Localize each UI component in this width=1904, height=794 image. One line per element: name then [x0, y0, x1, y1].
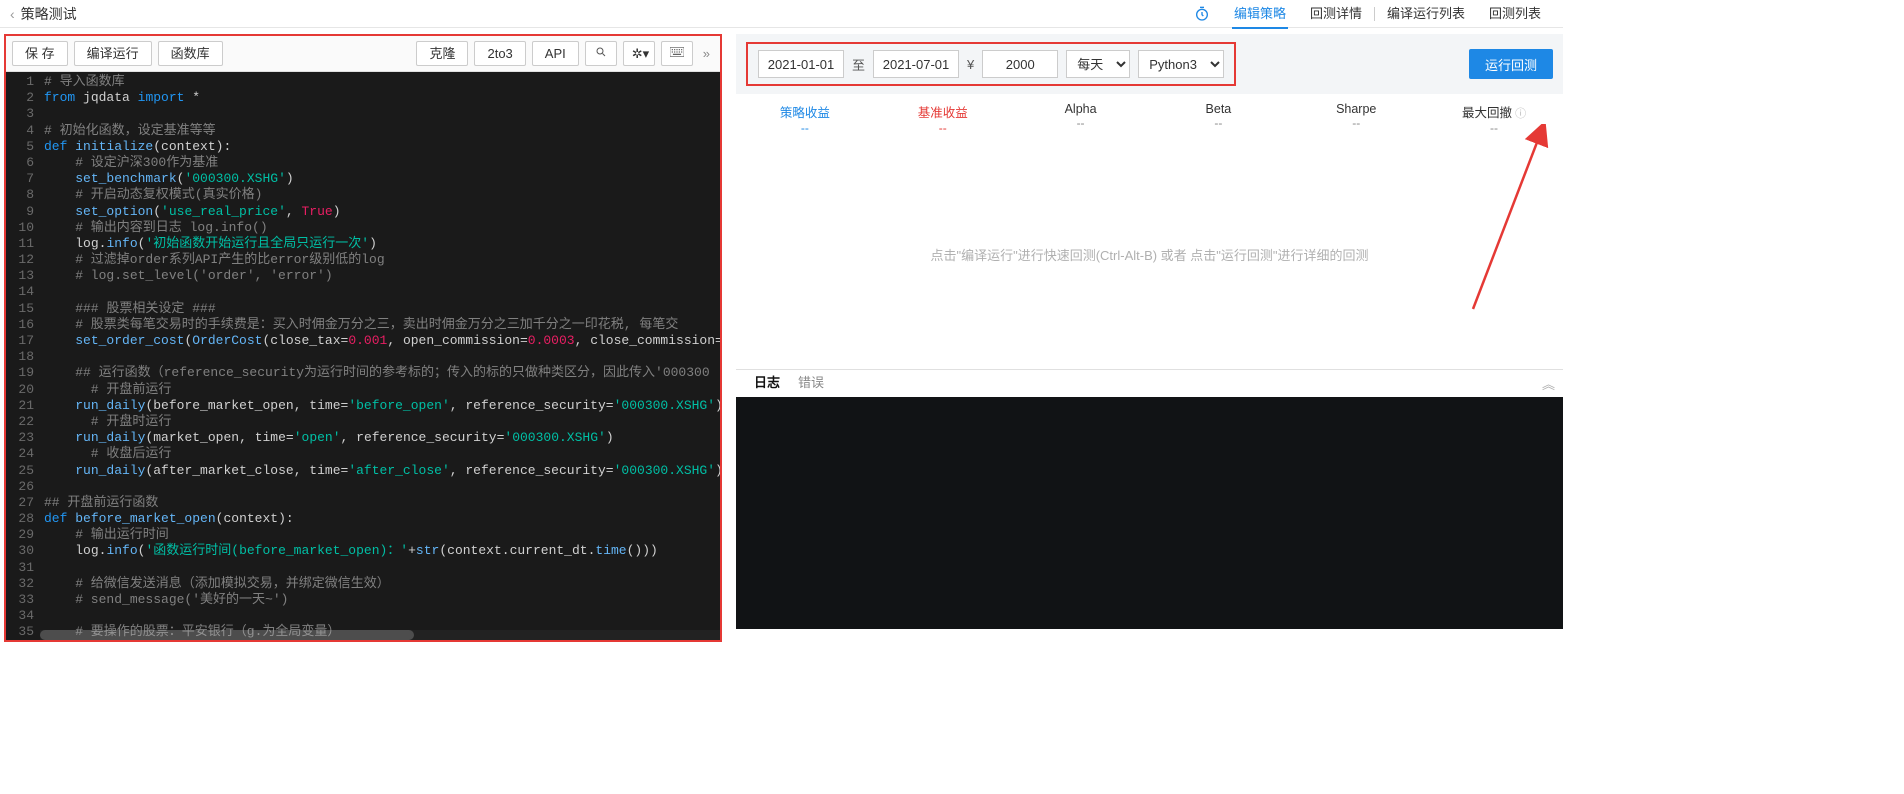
log-tabs-row: 日志错误 ︽: [736, 369, 1563, 397]
hint-area: 点击"编译运行"进行快速回测(Ctrl-Alt-B) 或者 点击"运行回测"进行…: [736, 139, 1563, 369]
currency-symbol: ¥: [967, 57, 974, 72]
metric-value: --: [736, 121, 874, 135]
gear-icon: ✲▾: [632, 46, 646, 62]
hint-text: 点击"编译运行"进行快速回测(Ctrl-Alt-B) 或者 点击"运行回测"进行…: [930, 245, 1368, 264]
log-tab-0[interactable]: 日志: [754, 369, 780, 399]
metric-1: 基准收益--: [874, 102, 1012, 135]
metric-4: Sharpe--: [1287, 102, 1425, 135]
expand-log-icon[interactable]: ︽: [1542, 374, 1555, 393]
header-tab-3[interactable]: 回测列表: [1477, 0, 1553, 28]
line-gutter: 1234567891011121314151617181920212223242…: [6, 72, 40, 640]
py2to3-button[interactable]: 2to3: [474, 41, 525, 67]
fn-lib-button[interactable]: 函数库: [158, 41, 223, 67]
compile-run-button[interactable]: 编译运行: [74, 41, 152, 67]
header-tab-1[interactable]: 回测详情: [1298, 0, 1374, 28]
keyboard-button[interactable]: [661, 41, 693, 67]
date-from-input[interactable]: [758, 50, 844, 78]
header-tabs: 编辑策略回测详情编译运行列表回测列表: [1194, 0, 1553, 28]
frequency-select[interactable]: 每天: [1066, 50, 1130, 78]
log-body[interactable]: [736, 397, 1563, 629]
run-backtest-button[interactable]: 运行回测: [1469, 49, 1553, 79]
page-header: ‹ 策略测试 编辑策略回测详情编译运行列表回测列表: [0, 0, 1563, 28]
toolbar-more-icon[interactable]: »: [699, 46, 714, 61]
to-label: 至: [852, 55, 865, 74]
clone-button[interactable]: 克隆: [416, 41, 468, 67]
metric-value: --: [1425, 121, 1563, 135]
editor-pane: 保 存 编译运行 函数库 克隆 2to3 API ✲▾ » 1234567891…: [4, 34, 722, 642]
editor-horizontal-scrollbar[interactable]: [40, 630, 720, 640]
page-title: 策略测试: [21, 4, 77, 24]
metric-value: --: [1149, 116, 1287, 130]
settings-button[interactable]: ✲▾: [623, 41, 655, 67]
scroll-thumb[interactable]: [40, 630, 414, 640]
metric-label: Alpha: [1012, 102, 1150, 116]
log-tabs: 日志错误: [744, 369, 824, 399]
metric-value: --: [1012, 116, 1150, 130]
header-tab-0[interactable]: 编辑策略: [1222, 0, 1298, 28]
metrics-row: 策略收益--基准收益--Alpha--Beta--Sharpe--最大回撤 ⓘ-…: [736, 94, 1563, 139]
metric-label: 基准收益: [874, 102, 1012, 121]
api-button[interactable]: API: [532, 41, 579, 67]
back-chevron-icon[interactable]: ‹: [10, 6, 15, 22]
metric-label: Sharpe: [1287, 102, 1425, 116]
backtest-params: 至 ¥ 每天 Python3: [746, 42, 1236, 86]
language-select[interactable]: Python3: [1138, 50, 1224, 78]
header-tab-2[interactable]: 编译运行列表: [1375, 0, 1477, 28]
amount-input[interactable]: [982, 50, 1058, 78]
metric-label: 策略收益: [736, 102, 874, 121]
date-to-input[interactable]: [873, 50, 959, 78]
metric-label: Beta: [1149, 102, 1287, 116]
metric-label: 最大回撤 ⓘ: [1425, 102, 1563, 121]
code-body[interactable]: # 导入函数库from jqdata import *# 初始化函数，设定基准等…: [40, 72, 720, 640]
editor-toolbar: 保 存 编译运行 函数库 克隆 2to3 API ✲▾ »: [6, 36, 720, 72]
metric-0: 策略收益--: [736, 102, 874, 135]
search-button[interactable]: [585, 41, 617, 67]
info-icon[interactable]: ⓘ: [1512, 108, 1526, 120]
search-icon: [594, 46, 608, 62]
metric-value: --: [874, 121, 1012, 135]
log-tab-1[interactable]: 错误: [798, 369, 824, 399]
save-button[interactable]: 保 存: [12, 41, 68, 67]
metric-value: --: [1287, 116, 1425, 130]
code-editor[interactable]: 1234567891011121314151617181920212223242…: [6, 72, 720, 640]
metric-3: Beta--: [1149, 102, 1287, 135]
metric-2: Alpha--: [1012, 102, 1150, 135]
keyboard-icon: [670, 46, 684, 62]
metric-5: 最大回撤 ⓘ--: [1425, 102, 1563, 135]
result-pane: 至 ¥ 每天 Python3 运行回测 策略收益--基准收益--Alpha--B…: [736, 34, 1563, 642]
stopwatch-icon[interactable]: [1194, 6, 1210, 22]
